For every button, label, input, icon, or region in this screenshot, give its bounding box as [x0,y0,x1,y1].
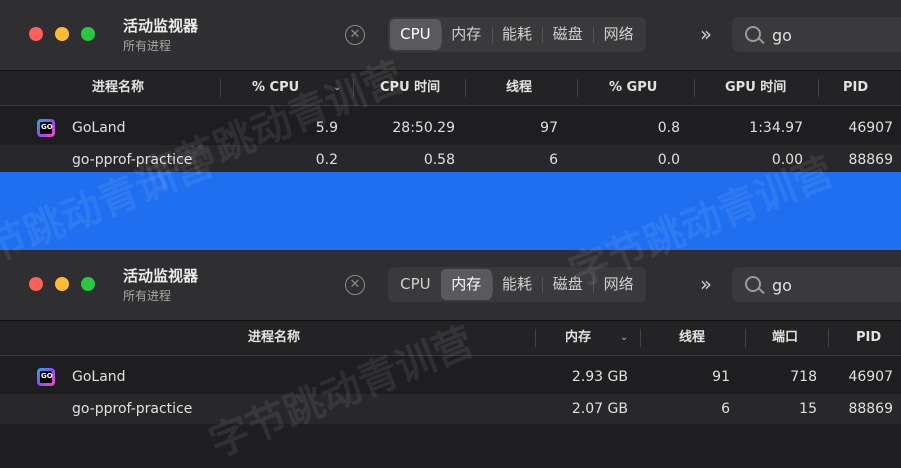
gpu-time: 1:34.97 [749,120,803,136]
table-header: 进程名称 内存 ⌄ 线程 端口 PID [0,321,901,356]
column-header-cpu-percent[interactable]: % CPU [252,71,299,105]
blue-divider-band [0,172,901,250]
chevron-down-icon: ⌄ [620,332,629,343]
goland-app-icon: GO [37,119,55,137]
column-header-memory[interactable]: 内存 [565,321,591,355]
tab-energy[interactable]: 能耗 [491,269,543,300]
close-window-button[interactable] [29,27,43,41]
search-input[interactable]: go [772,276,792,295]
minimize-window-button[interactable] [55,27,69,41]
goland-app-icon: GO [37,368,55,386]
activity-monitor-window-memory: 活动监视器 所有进程 ✕ CPU 内存 能耗 磁盘 网络 ›› go 进程名称 … [0,250,901,425]
window-subtitle: 所有进程 [123,39,172,53]
gpu-time: 0.00 [771,152,803,168]
process-name: GoLand [72,369,126,385]
chevron-down-icon: ⌄ [333,82,342,93]
tab-cpu[interactable]: CPU [390,269,441,300]
process-name: go-pprof-practice [72,401,193,417]
table-row[interactable]: go-pprof-practice 2.07 GB 6 15 88869 [0,394,901,424]
cpu-time: 28:50.29 [392,120,455,136]
tab-network[interactable]: 网络 [593,19,644,50]
window-title: 活动监视器 [123,267,199,285]
tab-network[interactable]: 网络 [593,269,644,300]
activity-monitor-window-cpu: 活动监视器 所有进程 ✕ CPU 内存 能耗 磁盘 网络 ›› go 进程名称 … [0,0,901,172]
search-icon [745,276,761,292]
column-header-cpu-time[interactable]: CPU 时间 [380,71,440,105]
memory: 2.93 GB [571,369,628,385]
stop-process-icon[interactable]: ✕ [345,275,365,295]
column-header-pid[interactable]: PID [856,321,881,355]
process-name: go-pprof-practice [72,152,193,168]
tab-disk[interactable]: 磁盘 [542,19,593,50]
threads: 91 [712,369,730,385]
column-header-process-name[interactable]: 进程名称 [248,321,300,355]
chevron-double-right-icon[interactable]: ›› [700,272,712,296]
close-window-button[interactable] [29,277,43,291]
cpu-time: 0.58 [423,152,455,168]
stop-process-icon[interactable]: ✕ [345,25,365,45]
chevron-double-right-icon[interactable]: ›› [700,22,712,46]
window-title: 活动监视器 [123,17,199,35]
pid: 46907 [848,369,893,385]
gpu-percent: 0.8 [657,120,680,136]
table-header: 进程名称 % CPU ⌄ CPU 时间 线程 % GPU GPU 时间 PID [0,71,901,106]
column-header-gpu-time[interactable]: GPU 时间 [725,71,786,105]
tab-memory[interactable]: 内存 [440,269,492,300]
process-name: GoLand [72,120,126,136]
column-header-pid[interactable]: PID [843,71,868,105]
tab-group: CPU 内存 能耗 磁盘 网络 [388,267,646,302]
minimize-window-button[interactable] [55,277,69,291]
threads: 97 [540,120,558,136]
tab-cpu[interactable]: CPU [390,19,441,50]
pid: 88869 [848,401,893,417]
memory: 2.07 GB [571,401,628,417]
search-icon [745,26,761,42]
ports: 15 [799,401,817,417]
column-header-threads[interactable]: 线程 [679,321,705,355]
toolbar: 活动监视器 所有进程 ✕ CPU 内存 能耗 磁盘 网络 ›› go [0,250,901,321]
column-header-threads[interactable]: 线程 [506,71,532,105]
tab-group: CPU 内存 能耗 磁盘 网络 [388,17,646,52]
tab-memory[interactable]: 内存 [440,19,492,50]
pid: 88869 [848,152,893,168]
tab-energy[interactable]: 能耗 [491,19,543,50]
cpu-percent: 5.9 [315,120,338,136]
tab-disk[interactable]: 磁盘 [542,269,593,300]
column-header-gpu-percent[interactable]: % GPU [609,71,657,105]
window-subtitle: 所有进程 [123,289,172,303]
search-input[interactable]: go [772,26,792,45]
ports: 718 [790,369,817,385]
column-header-ports[interactable]: 端口 [772,321,798,355]
table-row[interactable]: GO GoLand 5.9 28:50.29 97 0.8 1:34.97 46… [0,113,901,143]
threads: 6 [721,401,730,417]
table-row[interactable]: GO GoLand 2.93 GB 91 718 46907 [0,362,901,392]
column-header-process-name[interactable]: 进程名称 [92,71,144,105]
zoom-window-button[interactable] [81,27,95,41]
toolbar: 活动监视器 所有进程 ✕ CPU 内存 能耗 磁盘 网络 ›› go [0,0,901,71]
table-row[interactable]: go-pprof-practice 0.2 0.58 6 0.0 0.00 88… [0,145,901,172]
cpu-percent: 0.2 [315,152,338,168]
zoom-window-button[interactable] [81,277,95,291]
gpu-percent: 0.0 [657,152,680,168]
pid: 46907 [848,120,893,136]
threads: 6 [549,152,558,168]
